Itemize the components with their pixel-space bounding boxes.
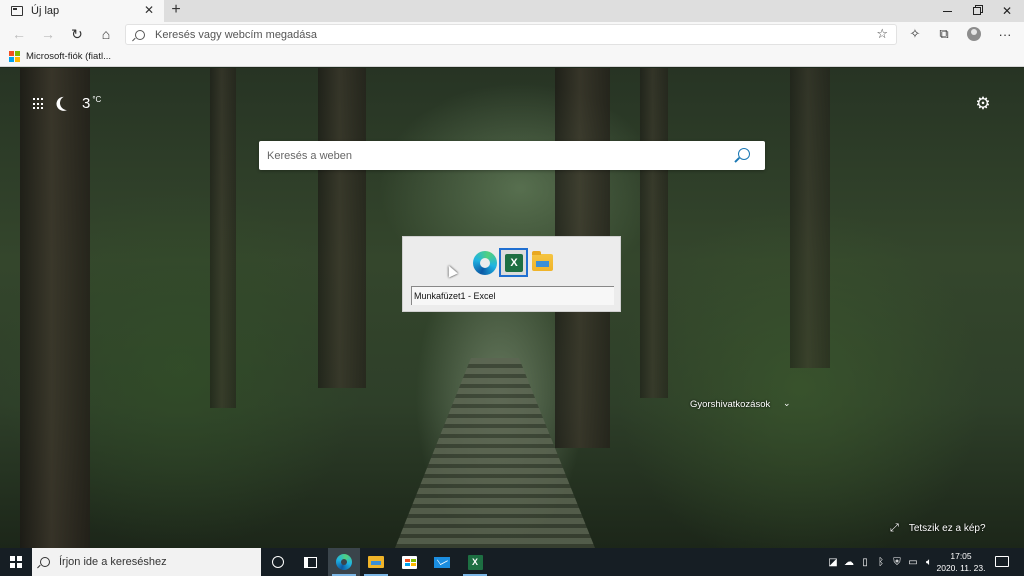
- app-launcher-icon[interactable]: [33, 98, 45, 110]
- reload-button[interactable]: ↻: [66, 22, 88, 46]
- back-button[interactable]: ←: [8, 22, 30, 46]
- volume-icon[interactable]: 🔈︎: [922, 548, 936, 576]
- excel-icon: X: [505, 254, 523, 272]
- tab-title: Új lap: [31, 5, 60, 17]
- search-icon: [135, 29, 145, 40]
- page-settings-gear-icon[interactable]: ⚙: [975, 95, 991, 112]
- network-icon[interactable]: ▭: [906, 548, 920, 576]
- background-image: [210, 68, 236, 408]
- restore-button[interactable]: [960, 0, 994, 22]
- collections-button[interactable]: ⧉: [933, 22, 955, 46]
- taskbar-store[interactable]: [393, 548, 425, 576]
- file-explorer-icon[interactable]: [532, 251, 553, 271]
- browser-toolbar: ← → ↻ ⌂ Keresés vagy webcím megadása ☆ ✧…: [0, 22, 1024, 46]
- like-image-link[interactable]: ⤢ Tetszik ez a kép?: [890, 522, 986, 535]
- notification-center-icon[interactable]: [995, 556, 1009, 567]
- store-icon: [401, 555, 417, 569]
- address-bar[interactable]: Keresés vagy webcím megadása ☆: [125, 24, 897, 45]
- edge-icon: [336, 554, 352, 570]
- clock-time: 17:05: [950, 551, 972, 561]
- taskbar-edge[interactable]: [328, 548, 360, 576]
- tab-close-button[interactable]: ✕: [142, 3, 156, 17]
- excel-icon: X: [467, 554, 483, 570]
- weather-temperature: 3: [82, 95, 91, 112]
- weather-widget[interactable]: 3 °C: [82, 95, 101, 112]
- task-view-icon: [303, 556, 317, 568]
- restore-icon: [973, 7, 981, 15]
- cortana-icon: [272, 556, 284, 568]
- taskbar: Írjon ide a kereséshez X ◪ ☁ ▯ ᛒ ⛨ ▭ 🔈︎ …: [0, 548, 1024, 576]
- background-image: [640, 68, 668, 398]
- expand-icon: ⤢: [890, 522, 899, 534]
- minimize-button[interactable]: [930, 0, 964, 22]
- background-image: [20, 68, 90, 548]
- home-button[interactable]: ⌂: [95, 22, 117, 46]
- start-button[interactable]: [0, 548, 32, 576]
- battery-icon[interactable]: ▯: [858, 548, 872, 576]
- onedrive-cloud-icon[interactable]: ☁: [842, 548, 856, 576]
- bluetooth-icon[interactable]: ᛒ: [874, 548, 888, 576]
- background-image: [318, 68, 366, 388]
- taskbar-search-placeholder: Írjon ide a kereséshez: [59, 556, 167, 568]
- like-image-label: Tetszik ez a kép?: [908, 523, 986, 534]
- forward-button[interactable]: →: [37, 22, 59, 46]
- clock-date: 2020. 11. 23.: [936, 563, 986, 573]
- address-placeholder: Keresés vagy webcím megadása: [155, 28, 318, 41]
- microsoft-logo-icon: [9, 50, 20, 62]
- profile-button[interactable]: [963, 22, 985, 46]
- chevron-down-icon[interactable]: ⌄: [783, 398, 791, 409]
- search-icon: [40, 557, 50, 567]
- tab-bar: Új lap ✕ + ✕: [0, 0, 1024, 22]
- task-switcher: X Munkafüzet1 - Excel: [402, 236, 621, 312]
- avatar: [967, 27, 981, 41]
- quick-links-toggle[interactable]: Gyorshivatkozások: [690, 399, 770, 410]
- taskbar-excel[interactable]: X: [459, 548, 491, 576]
- add-favorite-star-icon[interactable]: ☆: [876, 26, 888, 42]
- mail-icon: [434, 556, 450, 568]
- weather-unit: °C: [92, 95, 102, 104]
- background-image: [790, 68, 830, 368]
- settings-more-button[interactable]: ···: [994, 22, 1016, 46]
- tray-action-icon[interactable]: ◪: [826, 548, 840, 576]
- taskbar-mail[interactable]: [426, 548, 458, 576]
- favorites-bar: Microsoft-fiók (fiatl...: [0, 46, 1024, 67]
- task-view-button[interactable]: [294, 548, 326, 576]
- cortana-button[interactable]: [262, 548, 294, 576]
- taskbar-clock[interactable]: 17:05 2020. 11. 23.: [935, 550, 987, 574]
- windows-logo-icon: [10, 556, 22, 568]
- new-tab-button[interactable]: +: [168, 0, 184, 22]
- favorite-microsoft-account[interactable]: Microsoft-fiók (fiatl...: [26, 51, 111, 62]
- tab-new-tab[interactable]: Új lap ✕: [0, 0, 164, 22]
- excel-window-thumbnail[interactable]: X: [499, 248, 528, 277]
- search-icon[interactable]: [738, 148, 750, 160]
- edge-icon[interactable]: [473, 251, 497, 275]
- taskbar-file-explorer[interactable]: [360, 548, 392, 576]
- selected-window-title: Munkafüzet1 - Excel: [411, 286, 614, 305]
- close-window-button[interactable]: ✕: [990, 0, 1024, 22]
- security-shield-icon[interactable]: ⛨: [890, 548, 904, 576]
- favorites-button[interactable]: ✧: [904, 22, 926, 46]
- web-search-box[interactable]: Keresés a weben: [259, 141, 765, 170]
- taskbar-search-box[interactable]: Írjon ide a kereséshez: [32, 548, 261, 576]
- web-search-placeholder: Keresés a weben: [267, 149, 352, 162]
- file-explorer-icon: [368, 556, 384, 568]
- minimize-icon: [942, 10, 952, 12]
- new-tab-page-icon: [11, 6, 23, 16]
